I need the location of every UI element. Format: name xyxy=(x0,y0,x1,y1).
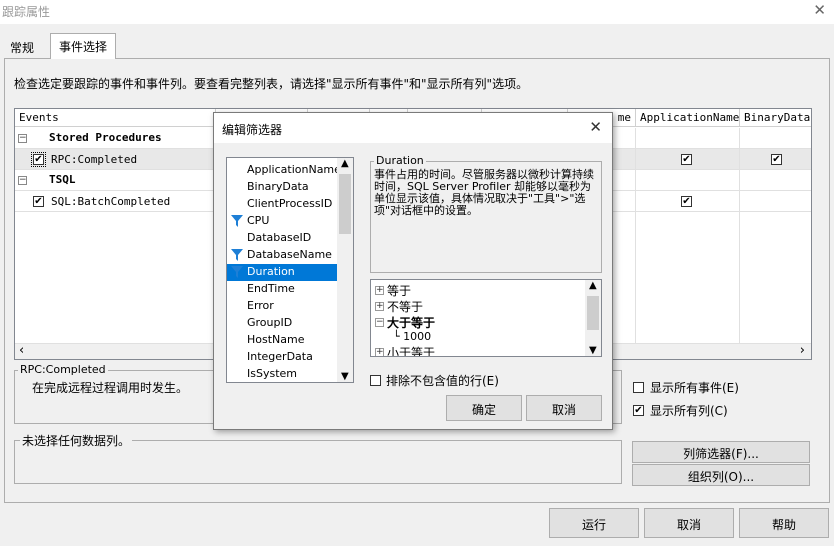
filter-column-item[interactable]: DatabaseID xyxy=(227,230,337,247)
tree-node-label: 小于等于 xyxy=(387,346,436,357)
filter-column-label: IsSystem xyxy=(247,367,297,380)
filter-column-item[interactable]: DatabaseName xyxy=(227,247,337,264)
event-description-title: RPC:Completed xyxy=(18,363,108,376)
scroll-thumb[interactable] xyxy=(587,296,599,330)
scroll-up-icon[interactable]: ▲ xyxy=(341,158,349,169)
category-label: Stored Procedures xyxy=(49,131,162,144)
instructions-text: 检查选定要跟踪的事件和事件列。要查看完整列表，请选择"显示所有事件"和"显示所有… xyxy=(14,77,529,91)
tree-node-label: 大于等于 xyxy=(387,316,436,330)
tree-node-label: 不等于 xyxy=(387,300,424,314)
column-header-events[interactable]: Events xyxy=(15,109,215,127)
tree-node-value[interactable]: └ 1000 xyxy=(393,330,431,343)
filter-column-item[interactable]: IsSystem xyxy=(227,366,337,382)
run-button[interactable]: 运行 xyxy=(549,508,639,538)
filter-column-list[interactable]: ApplicationName BinaryData ClientProcessID… xyxy=(226,157,354,383)
ok-button[interactable]: 确定 xyxy=(446,395,522,421)
column-description-text: 未选择任何数据列。 xyxy=(20,432,133,449)
help-button[interactable]: 帮助 xyxy=(739,508,829,538)
filter-column-item[interactable]: ClientProcessID xyxy=(227,196,337,213)
filter-column-label: BinaryData xyxy=(247,180,309,193)
tree-node[interactable]: + 等于 xyxy=(375,282,411,299)
close-icon[interactable]: ✕ xyxy=(813,1,826,19)
event-label: RPC:Completed xyxy=(51,153,138,166)
column-description-title: Duration xyxy=(374,154,426,167)
rpc-binarydata-checkbox[interactable]: ✔ xyxy=(771,154,782,165)
collapse-icon[interactable]: − xyxy=(18,134,27,143)
filter-column-label: ClientProcessID xyxy=(247,197,333,210)
dialog-title: 编辑筛选器 xyxy=(222,123,283,137)
title-bar: 跟踪属性 ✕ xyxy=(0,0,834,24)
column-description-body: 事件占用的时间。尽管服务器以微秒计算持续时间，SQL Server Profil… xyxy=(374,168,594,217)
filter-column-label: DatabaseName xyxy=(247,248,332,261)
scroll-down-icon[interactable]: ▼ xyxy=(589,345,597,356)
column-divider xyxy=(635,128,636,344)
tree-scrollbar[interactable]: ▲ ▼ xyxy=(585,280,601,356)
filter-icon xyxy=(231,249,243,261)
filter-column-item[interactable]: GroupID xyxy=(227,315,337,332)
tree-node[interactable]: − 大于等于 xyxy=(375,314,435,331)
column-header-binarydata[interactable]: BinaryData xyxy=(739,109,811,127)
rpc-applicationname-checkbox[interactable]: ✔ xyxy=(681,154,692,165)
dialog-cancel-button[interactable]: 取消 xyxy=(526,395,602,421)
filter-column-label: Error xyxy=(247,299,274,312)
filter-column-item[interactable]: HostName xyxy=(227,332,337,349)
expand-icon[interactable]: + xyxy=(375,302,384,311)
exclude-null-label[interactable]: 排除不包含值的行(E) xyxy=(386,372,499,389)
show-all-columns-checkbox[interactable]: ✔ xyxy=(633,405,644,416)
organize-columns-button[interactable]: 组织列(O)... xyxy=(632,464,810,486)
filter-column-item[interactable]: IntegerData xyxy=(227,349,337,366)
filter-column-item[interactable]: Duration xyxy=(227,264,337,281)
filter-column-item[interactable]: BinaryData xyxy=(227,179,337,196)
scroll-left-icon[interactable]: ‹ xyxy=(19,343,24,358)
filter-column-item[interactable]: CPU xyxy=(227,213,337,230)
category-label: TSQL xyxy=(49,173,76,186)
show-all-events-checkbox[interactable] xyxy=(633,382,644,393)
filter-column-label: GroupID xyxy=(247,316,293,329)
cancel-button[interactable]: 取消 xyxy=(644,508,734,538)
collapse-icon[interactable]: − xyxy=(18,176,27,185)
column-filters-button[interactable]: 列筛选器(F)... xyxy=(632,441,810,463)
sql-batchcompleted-checkbox[interactable]: ✔ xyxy=(33,196,44,207)
tab-event-selection[interactable]: 事件选择 xyxy=(50,33,117,59)
column-divider xyxy=(739,128,740,344)
tab-general[interactable]: 常规 xyxy=(4,35,40,59)
close-icon[interactable]: ✕ xyxy=(589,118,602,136)
filter-column-item[interactable]: Error xyxy=(227,298,337,315)
filter-column-label: ApplicationName xyxy=(247,163,341,176)
show-all-events-label[interactable]: 显示所有事件(E) xyxy=(650,379,739,396)
tree-node[interactable]: + 不等于 xyxy=(375,298,423,315)
filter-icon xyxy=(231,266,243,278)
window-title: 跟踪属性 xyxy=(2,5,51,19)
scroll-down-icon[interactable]: ▼ xyxy=(341,371,349,382)
filter-column-label: EndTime xyxy=(247,282,295,295)
scroll-up-icon[interactable]: ▲ xyxy=(589,280,597,291)
expand-icon[interactable]: + xyxy=(375,348,384,356)
filter-column-item[interactable]: ApplicationName xyxy=(227,162,341,179)
filter-column-label: DatabaseID xyxy=(247,231,312,244)
sql-applicationname-checkbox[interactable]: ✔ xyxy=(681,196,692,207)
expand-icon[interactable]: + xyxy=(375,286,384,295)
dialog-title-bar: 编辑筛选器 ✕ xyxy=(214,113,612,143)
edit-filter-dialog: 编辑筛选器 ✕ ApplicationName BinaryData ClientP… xyxy=(213,112,613,430)
column-header-applicationname[interactable]: ApplicationName xyxy=(635,109,739,127)
scroll-right-icon[interactable]: › xyxy=(800,343,805,358)
filter-operator-tree[interactable]: + 等于 + 不等于 − 大于等于 └ 1000 + 小于等于 ▲ ▼ xyxy=(370,279,602,357)
tree-node[interactable]: + 小于等于 xyxy=(375,344,436,357)
scroll-thumb[interactable] xyxy=(339,174,351,234)
event-description-text: 在完成远程过程调用时发生。 xyxy=(32,381,189,395)
column-list-scrollbar[interactable]: ▲ ▼ xyxy=(337,158,353,382)
filter-icon xyxy=(231,215,243,227)
filter-column-item[interactable]: EndTime xyxy=(227,281,337,298)
filter-column-label: Duration xyxy=(247,265,295,278)
event-label: SQL:BatchCompleted xyxy=(51,195,171,208)
filter-column-label: CPU xyxy=(247,214,270,227)
exclude-null-checkbox[interactable] xyxy=(370,375,381,386)
filter-column-label: HostName xyxy=(247,333,305,346)
tree-node-label: 等于 xyxy=(387,284,412,298)
rpc-completed-checkbox[interactable]: ✔ xyxy=(31,152,46,167)
show-all-columns-label[interactable]: 显示所有列(C) xyxy=(650,402,728,419)
collapse-icon[interactable]: − xyxy=(375,318,384,327)
filter-column-label: IntegerData xyxy=(247,350,313,363)
